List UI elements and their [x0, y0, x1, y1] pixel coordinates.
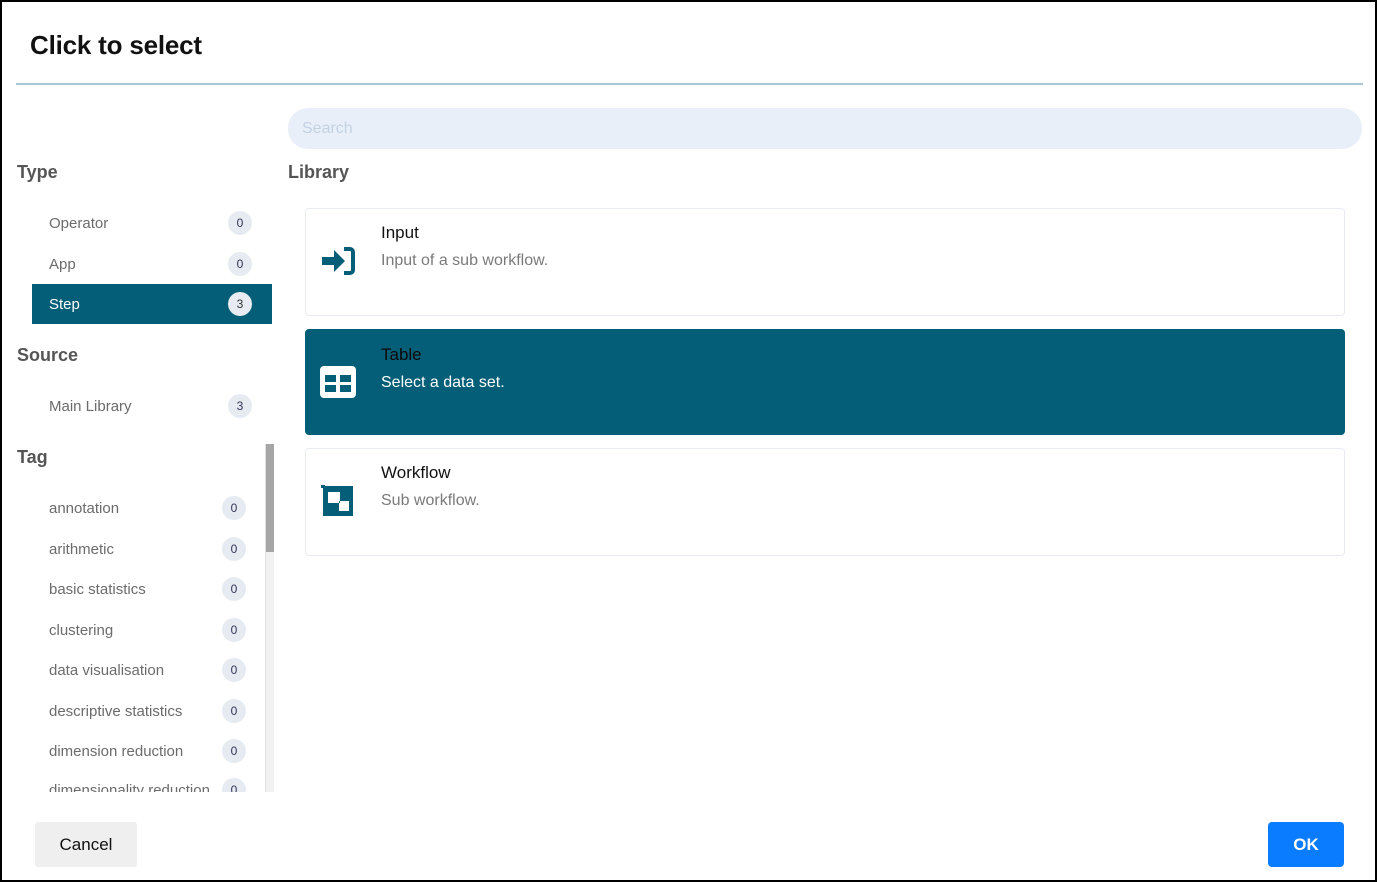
filter-label: Operator: [49, 214, 109, 232]
title-divider: [16, 83, 1363, 85]
filter-label: clustering: [49, 621, 114, 639]
search-input[interactable]: [288, 108, 1362, 149]
count-badge: 0: [222, 699, 246, 723]
workflow-icon: [321, 485, 353, 516]
filter-label: dimensionality reduction: [49, 781, 210, 793]
library-card-input[interactable]: Input Input of a sub workflow.: [305, 208, 1345, 316]
table-icon: [320, 366, 356, 398]
scrollbar-thumb[interactable]: [266, 444, 274, 552]
count-badge: 0: [222, 577, 246, 601]
tag-scrollbar[interactable]: [265, 444, 274, 792]
input-arrow-icon: [322, 247, 355, 275]
count-badge: 3: [228, 292, 252, 316]
filter-item-app[interactable]: App 0: [32, 244, 272, 284]
library-card-table[interactable]: Table Select a data set.: [305, 329, 1345, 435]
card-title: Table: [381, 345, 422, 364]
card-title: Workflow: [381, 463, 451, 482]
filter-item-operator[interactable]: Operator 0: [32, 203, 272, 243]
filter-item-tag[interactable]: arithmetic 0: [32, 529, 262, 569]
card-description: Select a data set.: [381, 374, 505, 391]
tag-heading: Tag: [17, 447, 48, 467]
filter-item-tag[interactable]: basic statistics 0: [32, 569, 262, 609]
source-heading: Source: [17, 345, 79, 365]
filter-label: Step: [49, 295, 80, 313]
filter-item-tag[interactable]: dimension reduction 0: [32, 731, 262, 771]
count-badge: 0: [222, 739, 246, 763]
count-badge: 0: [228, 252, 252, 276]
ok-button[interactable]: OK: [1268, 822, 1344, 867]
filter-item-tag[interactable]: dimensionality reduction 0: [32, 770, 262, 792]
count-badge: 3: [228, 394, 252, 418]
cancel-button[interactable]: Cancel: [35, 822, 137, 867]
filter-label: basic statistics: [49, 580, 146, 598]
library-card-workflow[interactable]: Workflow Sub workflow.: [305, 448, 1345, 556]
count-badge: 0: [222, 618, 246, 642]
filter-label: Main Library: [49, 397, 132, 415]
filter-label: annotation: [49, 499, 120, 517]
select-dialog: Click to select Type Operator 0 App 0 St…: [2, 2, 1375, 880]
count-badge: 0: [222, 778, 246, 792]
filter-item-step[interactable]: Step 3: [32, 284, 272, 324]
filter-sidebar: Type Operator 0 App 0 Step 3 Source Main…: [2, 152, 282, 792]
count-badge: 0: [222, 537, 246, 561]
card-title: Input: [381, 223, 419, 242]
filter-item-tag[interactable]: data visualisation 0: [32, 650, 262, 690]
count-badge: 0: [228, 211, 252, 235]
filter-item-tag[interactable]: annotation 0: [32, 488, 262, 528]
filter-label: data visualisation: [49, 661, 165, 679]
filter-item-tag[interactable]: clustering 0: [32, 610, 262, 650]
library-heading: Library: [288, 162, 350, 182]
filter-item-tag[interactable]: descriptive statistics 0: [32, 691, 262, 731]
card-description: Input of a sub workflow.: [381, 252, 549, 269]
tag-list: Tag annotation 0 arithmetic 0 basic stat…: [2, 444, 274, 792]
filter-label: descriptive statistics: [49, 702, 183, 720]
filter-label: App: [49, 255, 76, 273]
filter-label: arithmetic: [49, 540, 115, 558]
dialog-title: Click to select: [30, 30, 202, 60]
filter-label: dimension reduction: [49, 742, 184, 760]
count-badge: 0: [222, 496, 246, 520]
type-heading: Type: [17, 162, 58, 182]
filter-item-main-library[interactable]: Main Library 3: [32, 386, 272, 426]
count-badge: 0: [222, 658, 246, 682]
card-description: Sub workflow.: [381, 492, 480, 509]
